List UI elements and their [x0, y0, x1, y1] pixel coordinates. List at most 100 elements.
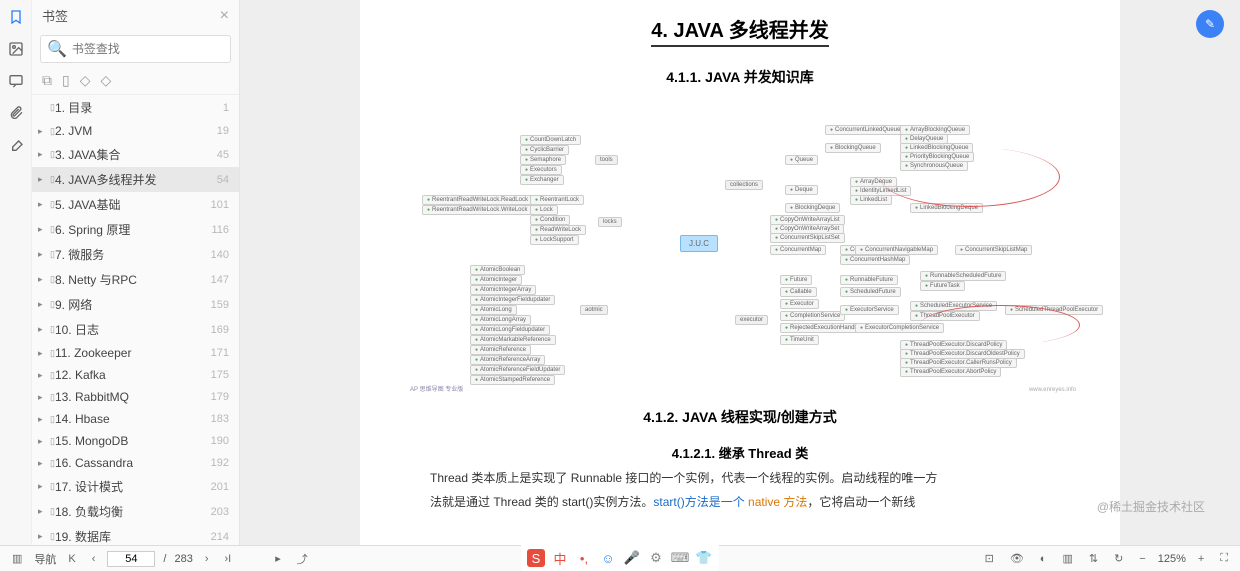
tool-ribbon-icon[interactable]: ◇	[101, 72, 112, 89]
rotate-icon[interactable]: ↻	[1110, 550, 1127, 567]
tray-skin-icon[interactable]: 👕	[695, 549, 713, 567]
play-button[interactable]: ▸	[271, 550, 285, 567]
bookmark-item[interactable]: ▸▯ 15. MongoDB190	[32, 430, 239, 452]
mindmap-node: Exchanger	[520, 175, 564, 185]
mindmap-node: AtomicReferenceArray	[470, 355, 545, 365]
mindmap-node: ConcurrentNavigableMap	[855, 245, 938, 255]
bookmark-item[interactable]: ▯ 1. 目录1	[32, 95, 239, 120]
bookmark-item[interactable]: ▸▯ 17. 设计模式201	[32, 474, 239, 499]
scroll-icon[interactable]: ⇅	[1085, 550, 1102, 567]
tray-gear-icon[interactable]: ⚙	[647, 549, 665, 567]
fullscreen-icon[interactable]: ⛶	[1216, 550, 1232, 567]
first-page-button[interactable]: K	[64, 551, 79, 567]
mindmap-node: CyclicBarrier	[520, 145, 569, 155]
last-page-button[interactable]: ›I	[221, 551, 236, 567]
bookmark-item[interactable]: ▸▯ 2. JVM19	[32, 120, 239, 142]
mindmap-node: AtomicIntegerFieldupdater	[470, 295, 555, 305]
mindmap-node: ExecutorService	[840, 305, 899, 315]
bookmark-item[interactable]: ▸▯ 10. 日志169	[32, 317, 239, 342]
mindmap-node: ScheduledFuture	[840, 287, 901, 297]
bookmark-item[interactable]: ▸▯ 9. 网络159	[32, 292, 239, 317]
bookmark-item[interactable]: ▸▯ 8. Netty 与RPC147	[32, 267, 239, 292]
mindmap-node: CountDownLatch	[520, 135, 581, 145]
exit-button[interactable]: ⤴	[293, 549, 312, 569]
bookmark-icon[interactable]	[7, 8, 25, 26]
nav-toggle-icon[interactable]: ▥	[8, 550, 26, 567]
mindmap-node: Condition	[530, 215, 570, 225]
next-page-button[interactable]: ›	[201, 551, 213, 567]
document-viewport[interactable]: 4. JAVA 多线程并发 4.1.1. JAVA 并发知识库 J.U.Ctoo…	[240, 0, 1240, 545]
bookmark-list: ▯ 1. 目录1▸▯ 2. JVM19▸▯ 3. JAVA集合45▸▯ 4. J…	[32, 95, 239, 545]
mindmap-node: ConcurrentLinkedQueue	[825, 125, 905, 135]
tray-mic-icon[interactable]: 🎤	[623, 549, 641, 567]
bookmark-item[interactable]: ▸▯ 14. Hbase183	[32, 408, 239, 430]
page-total: 283	[174, 553, 192, 565]
mindmap-node: AtomicBoolean	[470, 265, 525, 275]
mindmap-node: Deque	[785, 185, 818, 195]
nav-label[interactable]: 导航	[34, 551, 56, 567]
comment-icon[interactable]	[7, 72, 25, 90]
bookmark-item[interactable]: ▸▯ 5. JAVA基础101	[32, 192, 239, 217]
sidebar-title: 书签	[42, 6, 68, 25]
bookmark-item[interactable]: ▸▯ 7. 微服务140	[32, 242, 239, 267]
mindmap-node: RunnableScheduledFuture	[920, 271, 1006, 281]
doc-heading-2b: 4.1.2. JAVA 线程实现/创建方式	[400, 407, 1080, 427]
close-sidebar-button[interactable]: ×	[220, 7, 229, 25]
mindmap-node: Lock	[530, 205, 558, 215]
tool-page-icon[interactable]: ▯	[62, 72, 70, 89]
mindmap-node: LinkedList	[850, 195, 892, 205]
bookmark-item[interactable]: ▸▯ 6. Spring 原理116	[32, 217, 239, 242]
mindmap-node: executor	[735, 315, 768, 325]
tray-punct-icon[interactable]: •,	[575, 549, 593, 567]
doc-heading-3: 4.1.2.1. 继承 Thread 类	[400, 443, 1080, 462]
bookmark-item[interactable]: ▸▯ 4. JAVA多线程并发54	[32, 167, 239, 192]
tray-lang-icon[interactable]: 中	[551, 549, 569, 567]
tool-bookmark-icon[interactable]: ◇	[80, 72, 91, 89]
zoom-in-button[interactable]: +	[1194, 551, 1208, 567]
mindmap-node: Queue	[785, 155, 818, 165]
mindmap-node: Semaphore	[520, 155, 566, 165]
bookmark-item[interactable]: ▸▯ 19. 数据库214	[32, 524, 239, 545]
search-icon: 🔍	[47, 39, 67, 59]
image-icon[interactable]	[7, 40, 25, 58]
bookmark-item[interactable]: ▸▯ 16. Cassandra192	[32, 452, 239, 474]
zoom-out-button[interactable]: −	[1135, 551, 1149, 567]
tray-emoji-icon[interactable]: ☺	[599, 549, 617, 567]
view-mode-icon[interactable]: ⊡	[981, 550, 998, 567]
bookmark-sidebar: 书签 × 🔍 ⧉ ▯ ◇ ◇ ▯ 1. 目录1▸▯ 2. JVM19▸▯ 3. …	[32, 0, 240, 545]
bookmark-item[interactable]: ▸▯ 3. JAVA集合45	[32, 142, 239, 167]
edit-icon[interactable]	[7, 136, 25, 154]
page-number-input[interactable]	[107, 551, 155, 567]
sidebar-toolbar: ⧉ ▯ ◇ ◇	[32, 67, 239, 95]
contrast-icon[interactable]: ◐	[1036, 551, 1051, 567]
bookmark-item[interactable]: ▸▯ 13. RabbitMQ179	[32, 386, 239, 408]
mindmap-node: AtomicStampedReference	[470, 375, 555, 385]
mindmap-node: ReentrantReadWriteLock.ReadLock	[422, 195, 533, 205]
mindmap-node: Executor	[780, 299, 819, 309]
eye-icon[interactable]: 👁	[1006, 550, 1028, 567]
mindmap-node: tools	[595, 155, 618, 165]
search-input[interactable]	[72, 42, 227, 56]
system-tray: S 中 •, ☺ 🎤 ⚙ ⌨ 👕	[521, 545, 719, 571]
attachment-icon[interactable]	[7, 104, 25, 122]
layout-icon[interactable]: ▥	[1058, 550, 1076, 567]
float-action-button[interactable]: ✎	[1196, 10, 1224, 38]
bookmark-item[interactable]: ▸▯ 11. Zookeeper171	[32, 342, 239, 364]
prev-page-button[interactable]: ‹	[88, 551, 100, 567]
mindmap-node: aotmic	[580, 305, 608, 315]
bookmark-search[interactable]: 🔍	[40, 35, 231, 63]
mindmap-node: BlockingDeque	[785, 203, 840, 213]
mindmap-node: AtomicReferenceFieldUpdater	[470, 365, 565, 375]
tray-keyboard-icon[interactable]: ⌨	[671, 549, 689, 567]
bookmark-item[interactable]: ▸▯ 12. Kafka175	[32, 364, 239, 386]
mindmap-node: AtomicIntegerArray	[470, 285, 536, 295]
mindmap-node: ThreadPoolExecutor.AbortPolicy	[900, 367, 1001, 377]
mindmap-node: AtomicLong	[470, 305, 517, 315]
mindmap-node: Executors	[520, 165, 562, 175]
bookmark-item[interactable]: ▸▯ 18. 负载均衡203	[32, 499, 239, 524]
tool-collapse-icon[interactable]: ⧉	[42, 72, 52, 89]
tray-ime-icon[interactable]: S	[527, 549, 545, 567]
mindmap-node: ConcurrentSkipListSet	[770, 233, 845, 243]
mindmap-diagram: J.U.Ctoolscollectionslocksaotmicexecutor…	[400, 95, 1080, 395]
mindmap-node: AtomicLongFieldupdater	[470, 325, 550, 335]
